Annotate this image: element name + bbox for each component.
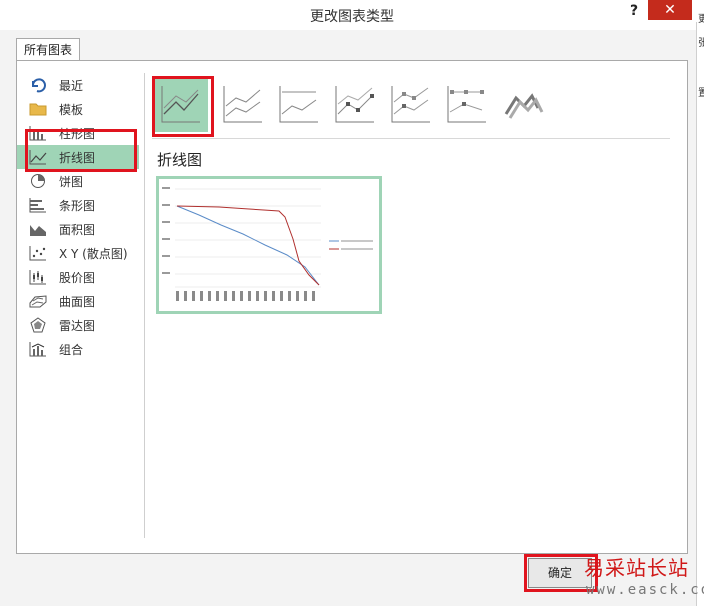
preview-legend-text bbox=[341, 248, 373, 250]
sidebar-item-label: 模板 bbox=[59, 103, 84, 117]
column-chart-icon bbox=[29, 126, 46, 141]
sidebar-item-radar[interactable]: 雷达图 bbox=[17, 313, 139, 337]
pie-chart-icon bbox=[31, 174, 45, 188]
dialog-title: 更改图表类型 bbox=[310, 9, 394, 25]
preview-category-labels bbox=[176, 291, 315, 301]
line-subtype-gallery bbox=[152, 76, 672, 136]
sidebar-item-stock[interactable]: 股价图 bbox=[17, 265, 139, 289]
chart-type-heading: 折线图 bbox=[157, 151, 203, 169]
ok-button[interactable]: 确定 bbox=[528, 558, 592, 588]
background-fragment: 置 bbox=[698, 88, 704, 99]
background-fragment: 张 bbox=[698, 38, 704, 49]
chart-preview[interactable] bbox=[156, 176, 382, 314]
recent-icon bbox=[32, 78, 46, 93]
combo-chart-icon bbox=[29, 342, 46, 357]
preview-series-blue bbox=[176, 205, 320, 286]
gallery-separator bbox=[152, 138, 670, 139]
sidebar-item-scatter[interactable]: X Y (散点图) bbox=[17, 241, 139, 265]
sidebar-item-label: 柱形图 bbox=[59, 127, 96, 141]
watermark-url: www.easck.com bbox=[586, 582, 704, 598]
sidebar-item-recent[interactable]: 最近 bbox=[17, 73, 139, 97]
folder-icon bbox=[29, 103, 47, 116]
preview-series-red bbox=[176, 205, 320, 286]
sidebar-item-surface[interactable]: 曲面图 bbox=[17, 289, 139, 313]
subtype-100-stacked-line[interactable] bbox=[270, 76, 326, 132]
sidebar-item-line[interactable]: 折线图 bbox=[17, 145, 139, 169]
preview-legend-text bbox=[341, 240, 373, 242]
sidebar-item-label: 雷达图 bbox=[59, 319, 96, 333]
subtype-line[interactable] bbox=[152, 76, 208, 132]
chart-type-sidebar: 最近 模板 柱形图 折线图 饼图 条形图 面积图 X Y (散点图) 股价图 曲… bbox=[17, 73, 139, 361]
stacked-line-markers-subtype-icon bbox=[391, 86, 430, 123]
scatter-chart-icon bbox=[29, 246, 46, 261]
sidebar-item-combo[interactable]: 组合 bbox=[17, 337, 139, 361]
radar-chart-icon bbox=[30, 317, 46, 333]
percent-stacked-line-markers-subtype-icon bbox=[447, 86, 486, 123]
line-chart-icon bbox=[29, 150, 47, 165]
subtype-line-with-markers[interactable] bbox=[326, 76, 382, 132]
area-chart-icon bbox=[30, 225, 46, 236]
sidebar-item-bar[interactable]: 条形图 bbox=[17, 193, 139, 217]
subtype-3d-line[interactable] bbox=[494, 76, 550, 132]
3d-line-subtype-icon bbox=[504, 93, 544, 119]
sidebar-item-label: X Y (散点图) bbox=[59, 247, 128, 261]
background-fragment: 更 bbox=[698, 14, 704, 25]
sidebar-item-label: 面积图 bbox=[59, 223, 96, 237]
title-bar: 更改图表类型 ? ✕ bbox=[0, 0, 704, 30]
subtype-100-stacked-line-with-markers[interactable] bbox=[438, 76, 494, 132]
help-button[interactable]: ? bbox=[626, 3, 642, 23]
stock-chart-icon bbox=[29, 270, 46, 285]
preview-chart bbox=[162, 187, 373, 301]
percent-stacked-line-subtype-icon bbox=[279, 86, 318, 123]
tab-all-charts[interactable]: 所有图表 bbox=[16, 38, 80, 61]
subtype-stacked-line[interactable] bbox=[214, 76, 270, 132]
watermark-site-name: 易采站长站 bbox=[584, 556, 689, 580]
sidebar-item-label: 饼图 bbox=[59, 175, 84, 189]
close-button[interactable]: ✕ bbox=[648, 0, 692, 20]
surface-chart-icon bbox=[29, 295, 47, 308]
sidebar-item-label: 股价图 bbox=[59, 271, 96, 285]
sidebar-item-label: 组合 bbox=[59, 343, 84, 357]
line-markers-subtype-icon bbox=[335, 86, 374, 123]
preview-gridlines bbox=[175, 188, 321, 288]
sidebar-item-area[interactable]: 面积图 bbox=[17, 217, 139, 241]
sidebar-item-label: 曲面图 bbox=[59, 295, 96, 309]
change-chart-type-dialog: 更改图表类型 ? ✕ 更 张 置 所有图表 最近 模板 柱形图 折线图 饼图 条… bbox=[0, 0, 704, 606]
sidebar-divider bbox=[144, 73, 145, 538]
sidebar-item-column[interactable]: 柱形图 bbox=[17, 121, 139, 145]
sidebar-item-label: 最近 bbox=[59, 79, 84, 93]
subtype-stacked-line-with-markers[interactable] bbox=[382, 76, 438, 132]
sidebar-item-pie[interactable]: 饼图 bbox=[17, 169, 139, 193]
line-subtype-icon bbox=[161, 86, 200, 123]
sidebar-item-label: 条形图 bbox=[59, 199, 96, 213]
bar-chart-icon bbox=[29, 198, 46, 213]
stacked-line-subtype-icon bbox=[223, 86, 262, 123]
preview-axis-labels bbox=[162, 187, 170, 274]
sidebar-item-templates[interactable]: 模板 bbox=[17, 97, 139, 121]
background-window-edge bbox=[696, 22, 704, 606]
sidebar-item-label: 折线图 bbox=[59, 151, 96, 165]
